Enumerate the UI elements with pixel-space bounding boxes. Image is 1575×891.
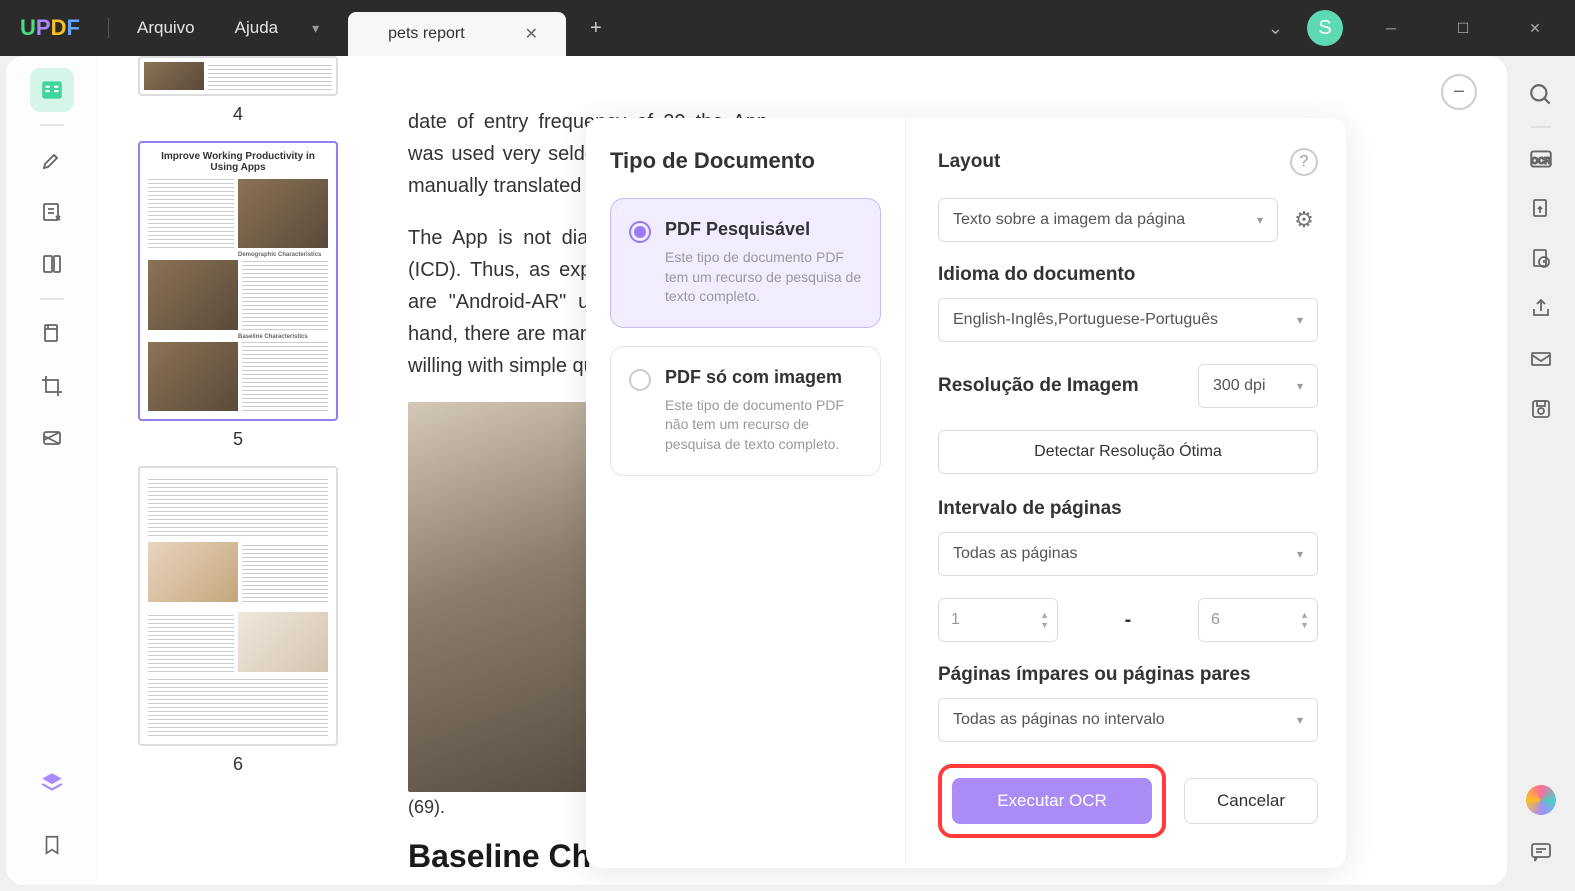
doc-type-image-only[interactable]: PDF só com imagem Este tipo de documento… — [610, 346, 881, 476]
email-icon[interactable] — [1522, 340, 1560, 378]
search-icon[interactable] — [1522, 76, 1560, 114]
highlighter-tool[interactable] — [30, 138, 74, 182]
odd-even-label: Páginas ímpares ou páginas pares — [938, 664, 1318, 686]
language-select[interactable]: English-Inglês,Portuguese-Português ▾ — [938, 298, 1318, 342]
window-minimize[interactable] — [1367, 20, 1415, 36]
thumbnail-page-5[interactable]: Improve Working Productivity in Using Ap… — [118, 141, 358, 450]
title-menu-chevron[interactable]: ⌄ — [1268, 18, 1283, 39]
thumbnail-label: 6 — [118, 754, 358, 775]
ocr-panel: Tipo de Documento PDF Pesquisável Este t… — [586, 118, 1346, 868]
chevron-down-icon: ▾ — [1297, 547, 1303, 561]
resolution-select[interactable]: 300 dpi ▾ — [1198, 364, 1318, 408]
doc-type-label: Tipo de Documento — [610, 148, 881, 174]
radio-icon — [629, 369, 651, 391]
window-maximize[interactable] — [1439, 20, 1487, 37]
thumbnail-page-6[interactable]: 6 — [118, 466, 358, 775]
language-label: Idioma do documento — [938, 264, 1318, 286]
reader-tool[interactable] — [30, 68, 74, 112]
redact-tool[interactable] — [30, 416, 74, 460]
layout-label: Layout — [938, 151, 1278, 173]
title-bar: UPDF Arquivo Ajuda ▾ pets report ✕ + ⌄ S — [0, 0, 1575, 56]
left-toolbar — [6, 56, 98, 885]
comment-icon[interactable] — [1522, 833, 1560, 871]
doc-type-desc: Este tipo de documento PDF tem um recurs… — [665, 248, 862, 307]
resolution-label: Resolução de Imagem — [938, 375, 1186, 397]
tab-title: pets report — [388, 25, 464, 43]
range-from-input[interactable]: 1 ▲▼ — [938, 598, 1058, 642]
organize-tool[interactable] — [30, 312, 74, 356]
app-logo: UPDF — [0, 15, 100, 41]
share-icon[interactable] — [1522, 290, 1560, 328]
ocr-icon[interactable]: OCR — [1522, 140, 1560, 178]
thumbnail-panel: 4 Improve Working Productivity in Using … — [98, 56, 378, 885]
bookmark-tool[interactable] — [30, 823, 74, 867]
new-tab-button[interactable]: + — [590, 17, 602, 40]
gear-icon[interactable]: ⚙ — [1290, 206, 1318, 234]
convert-icon[interactable] — [1522, 190, 1560, 228]
thumbnail-label: 5 — [118, 429, 358, 450]
radio-icon — [629, 221, 651, 243]
user-avatar[interactable]: S — [1307, 10, 1343, 46]
protect-icon[interactable] — [1522, 240, 1560, 278]
thumbnail-page-4[interactable]: 4 — [118, 56, 358, 125]
thumbnail-label: 4 — [118, 104, 358, 125]
range-to-input[interactable]: 6 ▲▼ — [1198, 598, 1318, 642]
layers-tool[interactable] — [30, 761, 74, 805]
doc-type-searchable[interactable]: PDF Pesquisável Este tipo de documento P… — [610, 198, 881, 328]
detect-resolution-button[interactable]: Detectar Resolução Ótima — [938, 430, 1318, 474]
document-tab[interactable]: pets report ✕ — [348, 12, 566, 56]
chevron-down-icon: ▾ — [1297, 313, 1303, 327]
menu-dropdown-arrow[interactable]: ▾ — [298, 20, 333, 37]
svg-text:OCR: OCR — [1531, 155, 1550, 165]
page-range-label: Intervalo de páginas — [938, 498, 1318, 520]
tab-close-icon[interactable]: ✕ — [525, 24, 538, 44]
menu-file[interactable]: Arquivo — [117, 18, 215, 38]
chevron-down-icon: ▾ — [1297, 713, 1303, 727]
doc-type-title: PDF só com imagem — [665, 367, 862, 388]
right-toolbar: OCR — [1507, 56, 1575, 891]
crop-tool[interactable] — [30, 364, 74, 408]
ai-assistant-icon[interactable] — [1522, 781, 1560, 819]
menu-help[interactable]: Ajuda — [215, 18, 298, 38]
window-close[interactable] — [1511, 20, 1559, 37]
execute-highlight: Executar OCR — [938, 764, 1166, 838]
chevron-down-icon: ▾ — [1257, 213, 1263, 227]
help-icon[interactable]: ? — [1290, 148, 1318, 176]
doc-type-desc: Este tipo de documento PDF não tem um re… — [665, 396, 862, 455]
range-separator: - — [1070, 609, 1186, 632]
form-tool[interactable] — [30, 242, 74, 286]
zoom-out-button[interactable]: − — [1441, 74, 1477, 110]
chevron-down-icon: ▾ — [1297, 379, 1303, 393]
doc-type-title: PDF Pesquisável — [665, 219, 862, 240]
page-range-select[interactable]: Todas as páginas ▾ — [938, 532, 1318, 576]
edit-tool[interactable] — [30, 190, 74, 234]
save-icon[interactable] — [1522, 390, 1560, 428]
odd-even-select[interactable]: Todas as páginas no intervalo ▾ — [938, 698, 1318, 742]
layout-select[interactable]: Texto sobre a imagem da página ▾ — [938, 198, 1278, 242]
cancel-button[interactable]: Cancelar — [1184, 778, 1318, 824]
execute-ocr-button[interactable]: Executar OCR — [952, 778, 1152, 824]
